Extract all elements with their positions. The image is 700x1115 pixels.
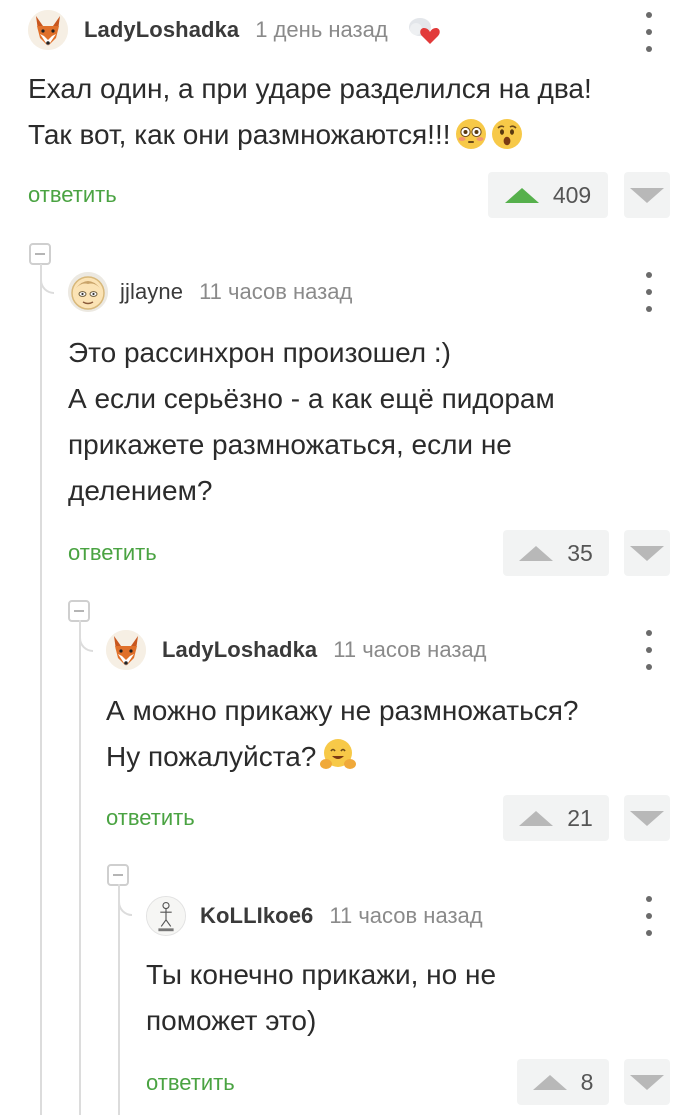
comment-line: делением? xyxy=(68,475,213,506)
rating-count: 409 xyxy=(552,181,592,208)
comment-time: 11 часов назад xyxy=(333,637,487,662)
author-name[interactable]: LadyLoshadka xyxy=(162,637,317,663)
thread-line xyxy=(79,624,81,1115)
comment-text: Это рассинхрон произошел :) А если серьё… xyxy=(68,330,555,514)
thread-connector xyxy=(118,884,132,916)
comment-text: Ехал один, а при ударе разделился на два… xyxy=(28,66,592,164)
author-name[interactable]: jjlayne xyxy=(120,279,183,305)
reply-button[interactable]: ответить xyxy=(106,805,195,831)
upvote-arrow-icon xyxy=(532,1074,567,1090)
upvote-button[interactable]: 8 xyxy=(517,1059,609,1105)
thread-line xyxy=(118,888,120,1115)
comment-line: прикажете размножаться, если не xyxy=(68,429,512,460)
comment-line: Ты конечно прикажи, но не xyxy=(146,959,497,990)
upvote-arrow-icon xyxy=(504,187,539,203)
heart-badge-icon xyxy=(406,13,444,47)
comment-header: LadyLoshadka 1 день назад xyxy=(28,8,444,52)
downvote-arrow-icon xyxy=(630,187,664,203)
upvote-arrow-icon xyxy=(519,810,554,826)
collapse-thread-button[interactable] xyxy=(29,243,51,265)
comment-line-text: Так вот, как они размножаются!!! xyxy=(28,119,451,150)
rating-count: 21 xyxy=(567,804,593,831)
collapse-thread-button[interactable] xyxy=(68,600,90,622)
comment-header: KoLLIkoe6 11 часов назад xyxy=(146,894,483,938)
sketch-figure-avatar-icon[interactable] xyxy=(146,896,186,936)
comment-time: 1 день назад xyxy=(255,17,388,42)
reply-button[interactable]: ответить xyxy=(146,1070,235,1096)
comment-line: А можно прикажу не размножаться? xyxy=(106,695,579,726)
more-options-icon[interactable] xyxy=(642,896,656,936)
downvote-arrow-icon xyxy=(630,545,664,561)
comment-time: 11 часов назад xyxy=(329,903,483,928)
rating-count: 35 xyxy=(567,539,593,566)
comment-line-text: Ну пожалуйста? xyxy=(106,741,317,772)
comment-line: А если серьёзно - а как ещё пидорам xyxy=(68,383,555,414)
astonished-face-emoji xyxy=(491,118,523,164)
thread-connector xyxy=(40,264,54,294)
reply-button[interactable]: ответить xyxy=(68,540,157,566)
rating-count: 8 xyxy=(580,1068,594,1095)
upvote-button[interactable]: 409 xyxy=(488,172,608,218)
author-name[interactable]: LadyLoshadka xyxy=(84,17,239,43)
comment-line: Ехал один, а при ударе разделился на два… xyxy=(28,73,592,104)
downvote-button[interactable] xyxy=(624,1059,670,1105)
more-options-icon[interactable] xyxy=(642,12,656,52)
more-options-icon[interactable] xyxy=(642,272,656,312)
comment-line: поможет это) xyxy=(146,1005,317,1036)
comment-header: LadyLoshadka 11 часов назад xyxy=(106,628,486,672)
downvote-arrow-icon xyxy=(630,1074,664,1090)
downvote-arrow-icon xyxy=(630,810,664,826)
downvote-button[interactable] xyxy=(624,530,670,576)
upvote-button[interactable]: 21 xyxy=(503,795,609,841)
downvote-button[interactable] xyxy=(624,795,670,841)
upvote-arrow-icon xyxy=(519,545,554,561)
comment-text: А можно прикажу не размножаться? Ну пожа… xyxy=(106,688,578,786)
hugging-face-emoji xyxy=(320,738,357,786)
comment-time: 11 часов назад xyxy=(199,279,353,304)
comment-line: Ну пожалуйста? xyxy=(106,734,578,786)
thread-line xyxy=(40,268,42,1115)
cartoon-face-avatar-icon[interactable] xyxy=(68,272,108,312)
comment-header: jjlayne 11 часов назад xyxy=(68,270,352,314)
fox-avatar-icon[interactable] xyxy=(106,630,146,670)
more-options-icon[interactable] xyxy=(642,630,656,670)
thread-connector xyxy=(79,620,93,652)
reply-button[interactable]: ответить xyxy=(28,182,117,208)
comment-text: Ты конечно прикажи, но не поможет это) xyxy=(146,952,496,1044)
fox-avatar-icon[interactable] xyxy=(28,10,68,50)
downvote-button[interactable] xyxy=(624,172,670,218)
comment-line: Это рассинхрон произошел :) xyxy=(68,337,451,368)
comment-line: Так вот, как они размножаются!!! xyxy=(28,112,592,164)
collapse-thread-button[interactable] xyxy=(107,864,129,886)
flushed-face-emoji xyxy=(455,118,487,164)
upvote-button[interactable]: 35 xyxy=(503,530,609,576)
author-name[interactable]: KoLLIkoe6 xyxy=(200,903,313,929)
